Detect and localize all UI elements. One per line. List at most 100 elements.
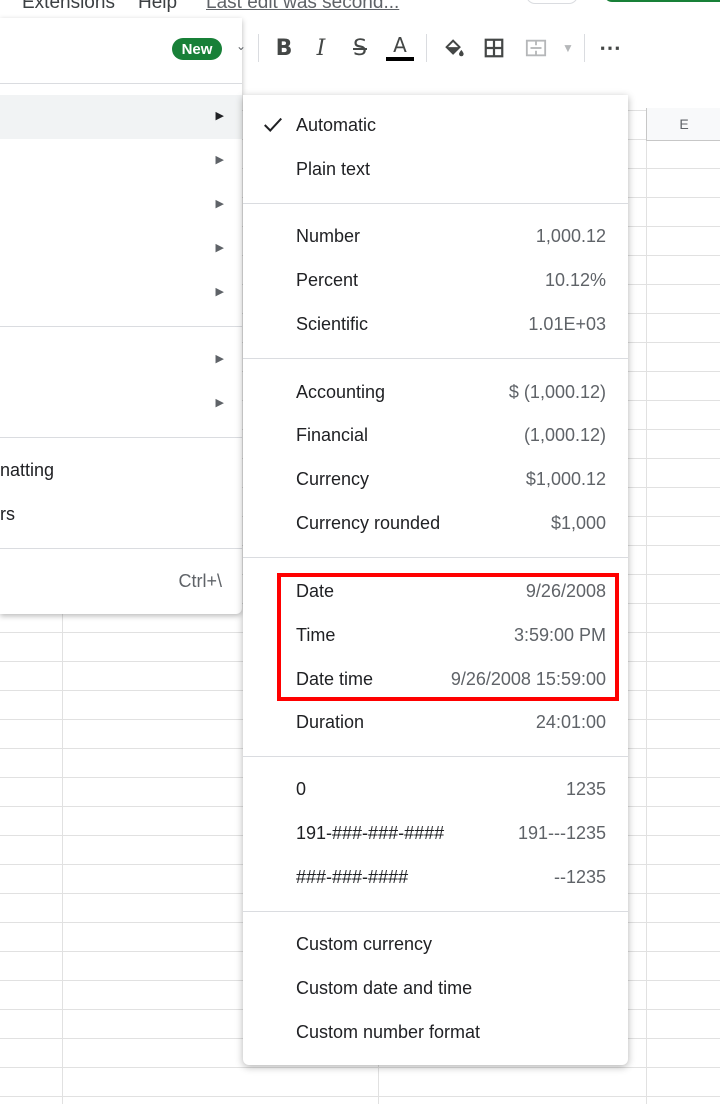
format-option-label: Custom currency bbox=[296, 934, 433, 954]
format-option-label: Plain text bbox=[296, 159, 371, 179]
format-menu-item-clear-formatting[interactable]: Ctrl+\ bbox=[0, 560, 242, 604]
checkmark-icon bbox=[264, 117, 282, 132]
column-divider bbox=[646, 108, 647, 1104]
submenu-arrow-icon: ▶ bbox=[215, 110, 224, 122]
merge-cells-icon[interactable] bbox=[522, 34, 550, 62]
menubar: Extensions Help Last edit was second... bbox=[0, 0, 720, 16]
format-option-example: 10.12% bbox=[544, 270, 606, 290]
submenu-arrow-icon: ▶ bbox=[215, 198, 224, 210]
menu-extensions[interactable]: Extensions bbox=[22, 0, 115, 14]
merge-dropdown-icon[interactable]: ▼ bbox=[554, 34, 582, 62]
format-option-label: Scientific bbox=[296, 314, 369, 334]
format-menu-item-alignment[interactable]: ▶ bbox=[0, 183, 242, 227]
format-option-label: Custom number format bbox=[296, 1022, 481, 1042]
format-option-scientific[interactable]: Scientific 1.01E+03 bbox=[243, 303, 628, 347]
format-option-example: 1235 bbox=[565, 779, 606, 799]
format-option-zero[interactable]: 0 1235 bbox=[243, 768, 628, 812]
format-option-example: $ (1,000.12) bbox=[508, 382, 606, 402]
new-badge: New bbox=[172, 38, 222, 60]
menu-help[interactable]: Help bbox=[138, 0, 177, 14]
format-menu-item-number[interactable]: ▶ bbox=[0, 95, 242, 139]
format-option-label: Currency rounded bbox=[296, 513, 441, 533]
format-option-plain-text[interactable]: Plain text bbox=[243, 148, 628, 192]
format-option-label: Duration bbox=[296, 712, 365, 732]
format-option-percent[interactable]: Percent 10.12% bbox=[243, 259, 628, 303]
menu-divider bbox=[0, 437, 242, 438]
format-option-duration[interactable]: Duration 24:01:00 bbox=[243, 701, 628, 745]
fill-color-icon[interactable] bbox=[440, 34, 468, 62]
format-menu-item-text[interactable]: ▶ bbox=[0, 139, 242, 183]
format-option-phone-intl[interactable]: 191-###-###-#### 191---1235 bbox=[243, 812, 628, 856]
format-option-label: ###-###-#### bbox=[296, 867, 409, 887]
menu-divider bbox=[0, 548, 242, 549]
submenu-arrow-icon: ▶ bbox=[215, 286, 224, 298]
format-option-label: Accounting bbox=[296, 382, 386, 402]
format-option-custom-date-time[interactable]: Custom date and time bbox=[243, 967, 628, 1011]
format-option-number[interactable]: Number 1,000.12 bbox=[243, 215, 628, 259]
menu-divider bbox=[243, 557, 628, 558]
format-menu-item-wrapping[interactable]: ▶ bbox=[0, 227, 242, 271]
format-option-custom-currency[interactable]: Custom currency bbox=[243, 923, 628, 967]
format-option-label: 191-###-###-#### bbox=[296, 823, 445, 843]
format-menu-item-theme[interactable]: New ⌄ bbox=[0, 27, 246, 71]
format-option-label: Custom date and time bbox=[296, 978, 473, 998]
column-header-e[interactable]: E bbox=[646, 108, 720, 141]
menu-divider bbox=[243, 203, 628, 204]
menu-divider bbox=[0, 326, 242, 327]
text-color-button[interactable]: A bbox=[386, 34, 414, 62]
format-option-label: Percent bbox=[296, 270, 359, 290]
shortcut-label: Ctrl+\ bbox=[178, 571, 222, 591]
comment-history-button[interactable] bbox=[526, 0, 578, 4]
toolbar-divider bbox=[426, 34, 427, 62]
menu-divider bbox=[243, 358, 628, 359]
toolbar-divider bbox=[584, 34, 585, 62]
format-option-label: Number bbox=[296, 226, 361, 246]
share-button[interactable] bbox=[604, 0, 720, 2]
format-option-example: (1,000.12) bbox=[523, 425, 606, 445]
format-option-label: 0 bbox=[296, 779, 307, 799]
format-option-currency-rounded[interactable]: Currency rounded $1,000 bbox=[243, 502, 628, 546]
last-edit-link[interactable]: Last edit was second... bbox=[206, 0, 399, 14]
bold-button[interactable]: B bbox=[270, 34, 298, 62]
strikethrough-button[interactable]: S bbox=[346, 34, 374, 62]
menu-item-label: rs bbox=[0, 504, 15, 524]
format-option-currency[interactable]: Currency $1,000.12 bbox=[243, 458, 628, 502]
format-option-accounting[interactable]: Accounting $ (1,000.12) bbox=[243, 371, 628, 415]
submenu-arrow-icon: ▶ bbox=[215, 397, 224, 409]
format-option-example: $1,000.12 bbox=[525, 469, 606, 489]
italic-button[interactable]: I bbox=[307, 34, 335, 62]
format-option-phone[interactable]: ###-###-#### --1235 bbox=[243, 856, 628, 900]
format-option-label: Currency bbox=[296, 469, 370, 489]
format-option-example: 1,000.12 bbox=[535, 226, 606, 246]
format-menu-item-conditional-formatting[interactable]: natting bbox=[0, 449, 242, 493]
format-option-financial[interactable]: Financial (1,000.12) bbox=[243, 414, 628, 458]
format-menu-item-alternating-colors[interactable]: rs bbox=[0, 493, 242, 537]
text-color-letter: A bbox=[393, 33, 407, 57]
format-option-label: Financial bbox=[296, 425, 369, 445]
more-options-icon[interactable]: ⋯ bbox=[596, 34, 624, 62]
format-option-example: --1235 bbox=[553, 867, 606, 887]
toolbar-divider bbox=[258, 34, 259, 62]
format-menu-item-merge-cells[interactable]: ▶ bbox=[0, 382, 242, 426]
menu-divider bbox=[0, 83, 242, 84]
highlight-box bbox=[277, 573, 619, 701]
format-menu-item-font-size[interactable]: ▶ bbox=[0, 338, 242, 382]
submenu-arrow-icon: ▶ bbox=[215, 154, 224, 166]
format-option-example: $1,000 bbox=[550, 513, 606, 533]
format-option-custom-number[interactable]: Custom number format bbox=[243, 1011, 628, 1055]
submenu-arrow-icon: ▶ bbox=[215, 242, 224, 254]
format-option-example: 24:01:00 bbox=[535, 712, 606, 732]
format-option-example: 1.01E+03 bbox=[528, 314, 606, 334]
submenu-arrow-icon: ▶ bbox=[215, 353, 224, 365]
menu-divider bbox=[243, 756, 628, 757]
chevron-down-icon: ⌄ bbox=[236, 39, 247, 53]
format-menu: New ⌄ ▶ ▶ ▶ ▶ ▶ ▶ ▶ natting rs Ctrl+\ bbox=[0, 18, 246, 614]
menu-divider bbox=[243, 911, 628, 912]
menu-item-label: natting bbox=[0, 460, 55, 480]
format-menu-item-rotation[interactable]: ▶ bbox=[0, 271, 242, 315]
format-option-automatic[interactable]: Automatic bbox=[243, 104, 628, 148]
format-option-label: Automatic bbox=[296, 115, 377, 135]
borders-icon[interactable] bbox=[480, 34, 508, 62]
format-option-example: 191---1235 bbox=[517, 823, 606, 843]
text-color-bar bbox=[386, 57, 414, 61]
